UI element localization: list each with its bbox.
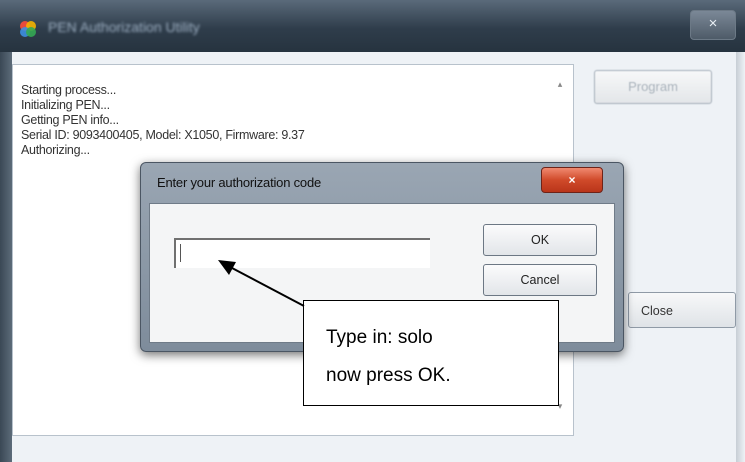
main-titlebar: PEN Authorization Utility × [0,0,745,52]
window-close-button[interactable]: × [690,10,736,40]
log-line: Authorizing... [21,143,90,157]
cancel-button[interactable]: Cancel [483,264,597,296]
log-line: Starting process... [21,83,117,97]
dialog-title: Enter your authorization code [157,175,322,190]
callout-line-2: now press OK. [326,365,451,386]
callout-line-1: Type in: solo [326,327,433,348]
ok-button[interactable]: OK [483,224,597,256]
instruction-callout: Type in: solo now press OK. [303,300,559,406]
dialog-close-button[interactable]: × [541,167,603,193]
window-frame-right [736,52,745,462]
authorization-code-input[interactable] [174,238,430,268]
app-icon [20,21,36,37]
close-button[interactable]: Close [628,292,736,328]
log-line: Serial ID: 9093400405, Model: X1050, Fir… [21,128,305,142]
scroll-up-arrow-icon[interactable]: ▴ [555,78,565,90]
window-title: PEN Authorization Utility [48,19,200,35]
log-line: Initializing PEN... [21,98,110,112]
window-frame-left [0,52,12,462]
program-button[interactable]: Program [594,70,712,104]
text-cursor [180,244,181,262]
close-icon: × [708,15,718,32]
close-icon: × [568,173,576,187]
log-line: Getting PEN info... [21,113,119,127]
